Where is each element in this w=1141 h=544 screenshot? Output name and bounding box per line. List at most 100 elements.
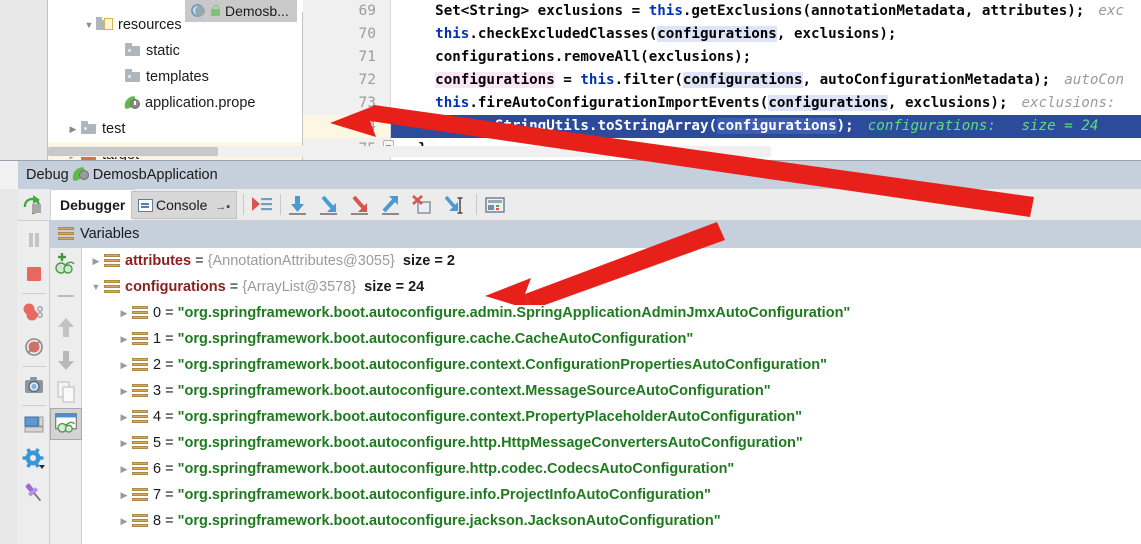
mute-breakpoints-icon[interactable] — [18, 330, 50, 364]
twisty-collapsed-icon[interactable]: ▶ — [88, 248, 104, 274]
console-pin-icon[interactable]: →▪ — [215, 201, 230, 213]
editor-gutter[interactable]: 6970717273747576 — [303, 0, 391, 180]
string-value: "org.springframework.boot.autoconfigure.… — [177, 435, 803, 451]
variable-name: configurations — [125, 279, 226, 295]
variable-ref: {ArrayList@3578} — [242, 279, 357, 295]
twisty-expanded-icon[interactable]: ▼ — [88, 274, 104, 300]
string-value: "org.springframework.boot.autoconfigure.… — [177, 305, 851, 321]
run-to-cursor-icon[interactable] — [440, 193, 466, 217]
variables-tree[interactable]: ▶ attributes = {AnnotationAttributes@3055… — [82, 248, 1141, 544]
left-tool-strip-top — [0, 0, 48, 160]
twisty-collapsed-icon[interactable]: ▶ — [116, 456, 132, 482]
string-value: "org.springframework.boot.autoconfigure.… — [177, 487, 711, 503]
tree-item-label: static — [146, 43, 180, 59]
copy-value-icon[interactable] — [50, 376, 82, 408]
line-number[interactable]: 74 — [303, 115, 390, 138]
editor-tab-label: Demosb... — [225, 3, 289, 19]
stop-icon[interactable] — [18, 257, 50, 291]
code-line[interactable]: configurations.removeAll(exclusions); — [391, 46, 1141, 69]
string-value: "org.springframework.boot.autoconfigure.… — [177, 409, 803, 425]
twisty-collapsed-icon[interactable]: ▶ — [116, 508, 132, 534]
rerun-icon[interactable] — [20, 193, 46, 217]
move-down-icon[interactable] — [50, 344, 82, 376]
step-into-icon[interactable] — [316, 193, 342, 217]
debug-panel-header: Debug DemosbApplication — [18, 161, 1141, 189]
divider — [243, 194, 244, 215]
tree-item-label: templates — [146, 69, 209, 85]
twisty-collapsed-icon[interactable]: ▶ — [116, 326, 132, 352]
variable-row[interactable]: ▼ configurations = {ArrayList@3578} size … — [82, 274, 1141, 300]
variable-value-icon — [132, 358, 148, 371]
tree-item-templates[interactable]: templates — [48, 64, 302, 90]
variable-row[interactable]: ▶ attributes = {AnnotationAttributes@3055… — [82, 248, 1141, 274]
editor-tab[interactable]: Demosb... — [185, 0, 297, 22]
restore-layout-icon[interactable] — [18, 408, 50, 442]
variables-sidebar — [50, 248, 82, 544]
twisty-collapsed-icon[interactable]: ▶ — [116, 404, 132, 430]
pause-program-icon[interactable] — [18, 223, 50, 257]
code-line[interactable]: configurations = this.filter(configurati… — [391, 69, 1141, 92]
twisty-collapsed-icon[interactable]: ▶ — [116, 482, 132, 508]
variable-row[interactable]: ▶ 6 = "org.springframework.boot.autoconfi… — [82, 456, 1141, 482]
code-token: = — [554, 72, 581, 88]
variable-row[interactable]: ▶ 4 = "org.springframework.boot.autoconfi… — [82, 404, 1141, 430]
line-number[interactable]: 69 — [303, 0, 390, 23]
debugger-toolbar: Debugger Console →▪ — [18, 189, 1141, 221]
scrollbar-thumb[interactable] — [48, 147, 218, 156]
variable-row[interactable]: ▶ 7 = "org.springframework.boot.autoconfi… — [82, 482, 1141, 508]
line-number[interactable]: 72 — [303, 69, 390, 92]
variable-row[interactable]: ▶ 8 = "org.springframework.boot.autoconfi… — [82, 508, 1141, 534]
drop-frame-icon[interactable] — [409, 193, 435, 217]
twisty-collapsed-icon[interactable]: ▶ — [116, 300, 132, 326]
step-out-icon[interactable] — [378, 193, 404, 217]
editor-horizontal-scrollbar[interactable] — [48, 146, 771, 157]
tab-console[interactable]: Console →▪ — [131, 191, 238, 219]
code-token: StringUtils.toStringArray( — [486, 118, 718, 134]
variable-value-icon — [132, 332, 148, 345]
variable-row[interactable]: ▶ 3 = "org.springframework.boot.autoconfi… — [82, 378, 1141, 404]
force-step-into-icon[interactable] — [347, 193, 373, 217]
line-number[interactable]: 73 — [303, 92, 390, 115]
code-editor[interactable]: Set<String> exclusions = this.getExclusi… — [391, 0, 1141, 160]
project-tree-panel[interactable]: ▼ resources static templates application.pro… — [48, 12, 303, 160]
code-token: , exclusions); — [776, 26, 897, 42]
code-token: configurations — [717, 118, 837, 134]
pin-tab-icon[interactable] — [18, 476, 50, 510]
spring-boot-icon — [70, 166, 90, 182]
inspect-icon[interactable] — [50, 408, 82, 440]
variable-row[interactable]: ▶ 5 = "org.springframework.boot.autoconfi… — [82, 430, 1141, 456]
code-line[interactable]: Set<String> exclusions = this.getExclusi… — [391, 0, 1141, 23]
new-watch-icon[interactable] — [50, 248, 82, 280]
twisty-collapsed-icon[interactable]: ▶ — [66, 116, 80, 142]
tree-item-test[interactable]: ▶ test — [48, 116, 302, 142]
tab-debugger[interactable]: Debugger — [50, 189, 136, 220]
show-execution-point-icon[interactable] — [248, 193, 274, 217]
line-number[interactable]: 70 — [303, 23, 390, 46]
twisty-expanded-icon[interactable]: ▼ — [82, 12, 96, 38]
code-line[interactable]: return StringUtils.toStringArray(configu… — [391, 115, 1141, 138]
tree-item-application-prope[interactable]: application.prope — [48, 90, 302, 116]
move-up-icon[interactable] — [50, 312, 82, 344]
evaluate-expression-icon[interactable] — [482, 193, 508, 217]
code-line[interactable]: this.fireAutoConfigurationImportEvents(c… — [391, 92, 1141, 115]
folder-icon — [124, 43, 142, 57]
variable-value-icon — [104, 280, 120, 293]
view-breakpoints-icon[interactable] — [18, 296, 50, 330]
equals-sign: = — [161, 331, 178, 347]
settings-icon[interactable] — [18, 442, 50, 476]
variable-row[interactable]: ▶ 0 = "org.springframework.boot.autoconfi… — [82, 300, 1141, 326]
get-thread-dump-icon[interactable] — [18, 369, 50, 403]
list-index: 1 — [153, 331, 162, 347]
twisty-collapsed-icon[interactable]: ▶ — [116, 430, 132, 456]
step-over-icon[interactable] — [285, 193, 311, 217]
remove-watch-icon[interactable] — [50, 280, 82, 312]
code-token: configurations — [768, 95, 888, 111]
code-line[interactable]: this.checkExcludedClasses(configurations… — [391, 23, 1141, 46]
line-number[interactable]: 71 — [303, 46, 390, 69]
variable-row[interactable]: ▶ 1 = "org.springframework.boot.autoconfi… — [82, 326, 1141, 352]
variable-row[interactable]: ▶ 2 = "org.springframework.boot.autoconfi… — [82, 352, 1141, 378]
tree-item-static[interactable]: static — [48, 38, 302, 64]
twisty-collapsed-icon[interactable]: ▶ — [116, 352, 132, 378]
twisty-collapsed-icon[interactable]: ▶ — [116, 378, 132, 404]
